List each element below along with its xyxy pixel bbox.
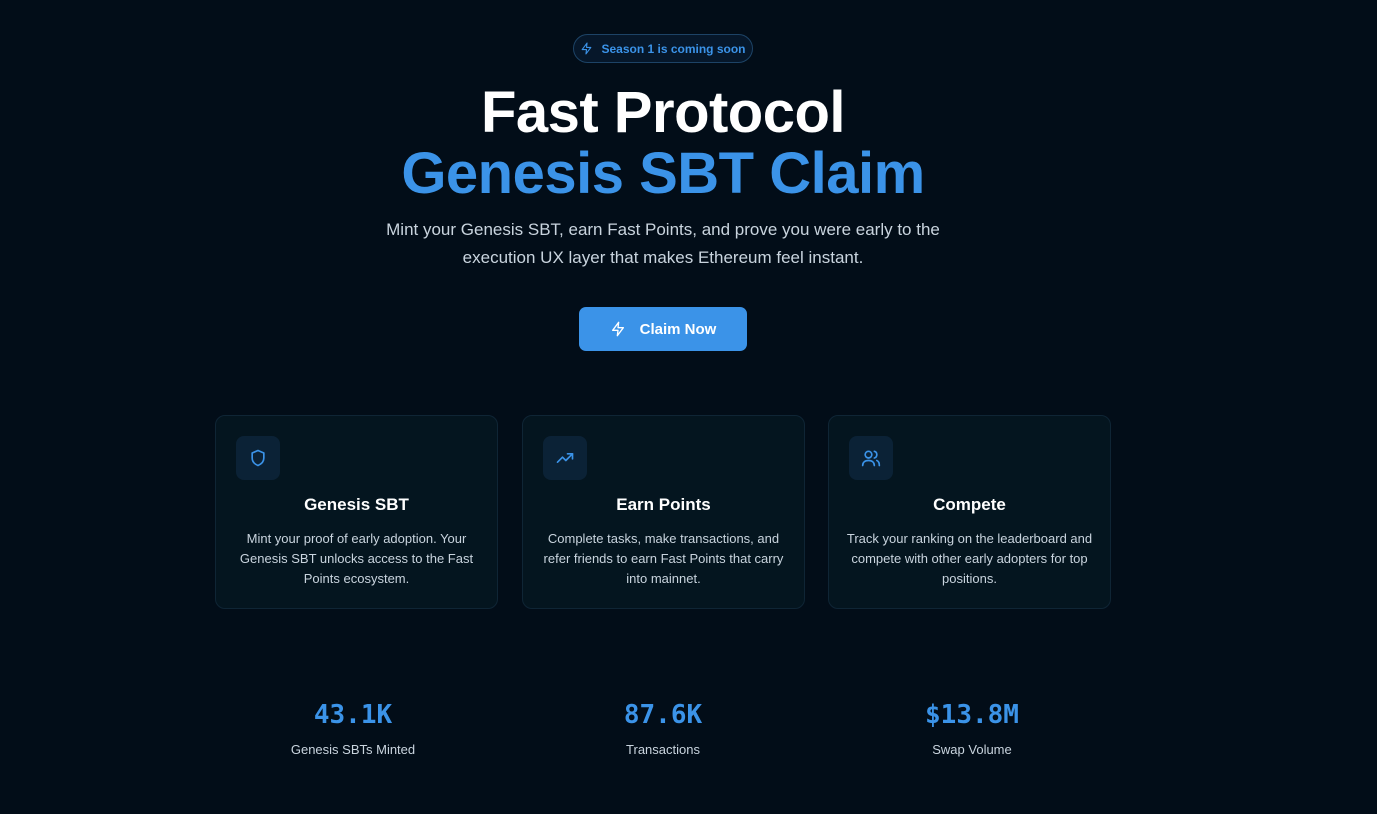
feature-icon-box [849, 436, 893, 480]
stat-value: 87.6K [623, 700, 703, 730]
stat-label: Genesis SBTs Minted [290, 742, 416, 757]
page-subtitle: Genesis SBT Claim [401, 141, 925, 206]
claim-now-label: Claim Now [639, 320, 717, 338]
stat-swap-volume: $13.8M Swap Volume [842, 698, 1102, 757]
feature-card-compete: Compete Track your ranking on the leader… [828, 415, 1111, 609]
feature-text: Mint your proof of early adoption. Your … [239, 531, 474, 586]
feature-card-genesis-sbt: Genesis SBT Mint your proof of early ado… [215, 415, 498, 609]
lightning-icon [582, 42, 592, 55]
stat-label: Transactions [626, 742, 700, 757]
landing-page: Season 1 is coming soon Fast Protocol Ge… [0, 0, 1377, 814]
stat-sbts-minted: 43.1K Genesis SBTs Minted [223, 698, 483, 757]
shield-icon [251, 449, 265, 467]
feature-card-earn-points: Earn Points Complete tasks, make transac… [522, 415, 805, 609]
page-title: Fast Protocol [480, 80, 846, 145]
feature-text: Track your ranking on the leaderboard an… [846, 531, 1093, 586]
lightning-icon [611, 321, 624, 337]
feature-icon-box [236, 436, 280, 480]
feature-text: Complete tasks, make transactions, and r… [543, 531, 784, 586]
trending-up-icon [556, 453, 574, 463]
stat-label: Swap Volume [932, 742, 1012, 757]
stat-transactions: 87.6K Transactions [533, 698, 793, 757]
badge-label: Season 1 is coming soon [601, 41, 746, 56]
stat-value: 43.1K [313, 700, 393, 730]
feature-title: Genesis SBT [304, 495, 409, 514]
claim-now-button[interactable]: Claim Now [579, 307, 747, 351]
season-badge: Season 1 is coming soon [573, 34, 753, 63]
users-icon [861, 450, 881, 467]
feature-icon-box [543, 436, 587, 480]
feature-title: Compete [933, 495, 1006, 514]
feature-title: Earn Points [616, 495, 711, 514]
hero-description: Mint your Genesis SBT, earn Fast Points,… [386, 220, 940, 267]
stat-value: $13.8M [925, 700, 1019, 730]
